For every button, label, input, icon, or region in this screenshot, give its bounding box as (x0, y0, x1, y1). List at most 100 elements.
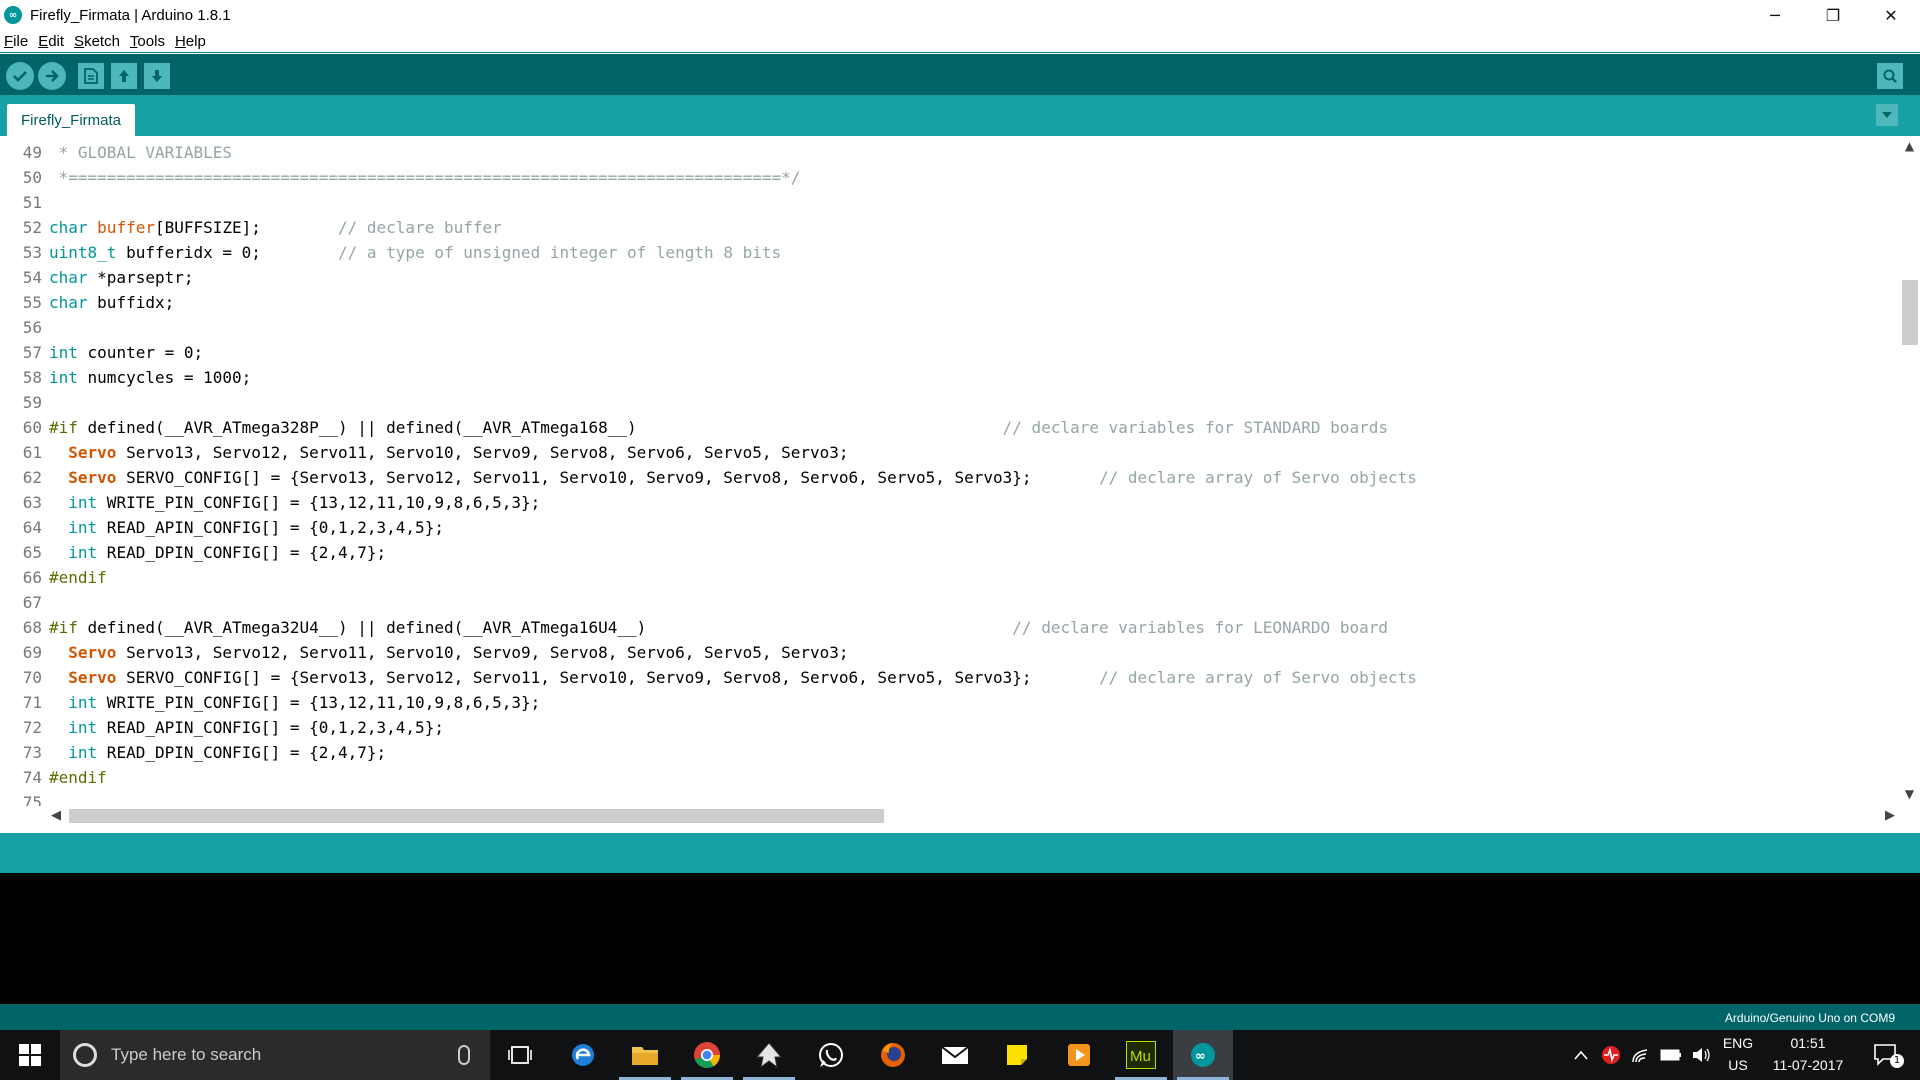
code-editor[interactable]: 49 * GLOBAL VARIABLES 50 *===============… (0, 136, 1920, 806)
code-line[interactable]: 57 int counter = 0; (0, 340, 1410, 365)
serial-monitor-button[interactable] (1877, 63, 1903, 89)
code-line[interactable]: 56 (0, 315, 1410, 340)
firefox-button[interactable] (863, 1030, 923, 1080)
code-line[interactable]: 59 (0, 390, 1410, 415)
code-text: int READ_DPIN_CONFIG[] = {2,4,7}; (49, 543, 386, 562)
clock-date[interactable]: 11-07-2017 (1766, 1057, 1850, 1073)
code-line[interactable]: 66 #endif (0, 565, 1410, 590)
code-line[interactable]: 62 Servo SERVO_CONFIG[] = {Servo13, Serv… (0, 465, 1417, 490)
code-token: Servo (68, 443, 117, 462)
vertical-scroll-thumb[interactable] (1902, 280, 1918, 345)
scroll-up-icon[interactable]: ▲ (1903, 140, 1916, 153)
code-token: Servo13, Servo12, Servo11, Servo10, Serv… (116, 643, 849, 662)
task-view-button[interactable] (490, 1030, 550, 1080)
code-token: WRITE_PIN_CONFIG[] = {13,12,11,10,9,8,6,… (97, 493, 541, 512)
media-player-button[interactable] (1049, 1030, 1109, 1080)
clock-time[interactable]: 01:51 (1766, 1035, 1850, 1051)
tab-bar: Firefly_Firmata (0, 95, 1920, 136)
horizontal-scroll-thumb[interactable] (69, 809, 884, 823)
scroll-down-icon[interactable]: ▼ (1903, 788, 1916, 801)
code-line[interactable]: 64 int READ_APIN_CONFIG[] = {0,1,2,3,4,5… (0, 515, 1410, 540)
wifi-tray-button[interactable] (1628, 1030, 1654, 1080)
minimize-button[interactable]: ─ (1746, 0, 1804, 30)
code-line[interactable]: 52 char buffer[BUFFSIZE]; // declare buff… (0, 215, 1410, 240)
volume-tray-button[interactable] (1688, 1030, 1714, 1080)
microphone-icon[interactable] (458, 1045, 470, 1065)
open-button[interactable] (111, 63, 137, 89)
file-explorer-button[interactable] (615, 1030, 675, 1080)
console-output[interactable] (0, 873, 1920, 1004)
antivirus-tray-button[interactable] (1598, 1030, 1624, 1080)
menu-help[interactable]: Help (171, 33, 210, 50)
maximize-button[interactable]: ❐ (1804, 0, 1862, 30)
code-line[interactable]: 67 (0, 590, 1410, 615)
scroll-left-icon[interactable]: ◀ (51, 808, 61, 823)
line-number: 50 (22, 168, 42, 187)
upload-button[interactable] (38, 62, 66, 90)
line-number: 61 (22, 443, 42, 462)
show-hidden-icons-button[interactable] (1570, 1030, 1592, 1080)
code-token: READ_APIN_CONFIG[] = {0,1,2,3,4,5}; (97, 718, 444, 737)
edge-icon (572, 1044, 594, 1066)
tab-menu-button[interactable] (1876, 104, 1898, 126)
tab-firefly-firmata[interactable]: Firefly_Firmata (7, 104, 136, 136)
new-button[interactable] (78, 63, 104, 89)
scroll-right-icon[interactable]: ▶ (1885, 808, 1895, 823)
close-button[interactable]: ✕ (1862, 0, 1920, 30)
inkscape-button[interactable] (739, 1030, 799, 1080)
code-line[interactable]: 63 int WRITE_PIN_CONFIG[] = {13,12,11,10… (0, 490, 1410, 515)
code-line[interactable]: 69 Servo Servo13, Servo12, Servo11, Serv… (0, 640, 1410, 665)
sticky-notes-button[interactable] (987, 1030, 1047, 1080)
whatsapp-button[interactable] (801, 1030, 861, 1080)
code-line[interactable]: 65 int READ_DPIN_CONFIG[] = {2,4,7}; (0, 540, 1410, 565)
mail-button[interactable] (925, 1030, 985, 1080)
save-button[interactable] (144, 63, 170, 89)
taskbar-search[interactable]: Type here to search (60, 1030, 490, 1080)
action-center-button[interactable]: 1 (1866, 1030, 1906, 1080)
wifi-icon (1632, 1049, 1648, 1063)
code-line[interactable]: 55 char buffidx; (0, 290, 1410, 315)
code-line[interactable]: 75 (0, 790, 1410, 806)
code-token: numcycles = 1000; (77, 368, 252, 387)
code-line[interactable]: 53 uint8_t bufferidx = 0; // a type of un… (0, 240, 1410, 265)
code-line[interactable]: 54 char *parseptr; (0, 265, 1410, 290)
code-line[interactable]: 74 #endif (0, 765, 1410, 790)
code-line[interactable]: 60 #if defined(__AVR_ATmega328P__) || def… (0, 415, 1410, 440)
menu-tools[interactable]: Tools (126, 33, 169, 50)
code-token: * GLOBAL VARIABLES (49, 143, 233, 162)
language-indicator-top[interactable]: ENG (1718, 1035, 1758, 1051)
verify-button[interactable] (6, 62, 34, 90)
code-text: int READ_APIN_CONFIG[] = {0,1,2,3,4,5}; (49, 718, 444, 737)
chrome-icon (694, 1042, 721, 1069)
code-line[interactable]: 73 int READ_DPIN_CONFIG[] = {2,4,7}; (0, 740, 1410, 765)
code-token: char (49, 218, 88, 237)
code-line[interactable]: 68 #if defined(__AVR_ATmega32U4__) || def… (0, 615, 1410, 640)
code-line[interactable]: 58 int numcycles = 1000; (0, 365, 1410, 390)
arduino-taskbar-button[interactable]: ∞ (1173, 1030, 1233, 1080)
menu-sketch[interactable]: Sketch (70, 33, 124, 50)
code-line[interactable]: 49 * GLOBAL VARIABLES (0, 140, 1410, 165)
code-token: SERVO_CONFIG[] = {Servo13, Servo12, Serv… (116, 668, 1099, 687)
code-line[interactable]: 72 int READ_APIN_CONFIG[] = {0,1,2,3,4,5… (0, 715, 1410, 740)
line-number: 52 (22, 218, 42, 237)
muse-button[interactable]: Mu (1111, 1030, 1171, 1080)
code-line[interactable]: 51 (0, 190, 1410, 215)
start-button[interactable] (0, 1030, 60, 1080)
code-line[interactable]: 61 Servo Servo13, Servo12, Servo11, Serv… (0, 440, 1410, 465)
code-line[interactable]: 70 Servo SERVO_CONFIG[] = {Servo13, Serv… (0, 665, 1417, 690)
menu-edit[interactable]: Edit (34, 33, 68, 50)
edge-button[interactable] (553, 1030, 613, 1080)
vertical-scrollbar[interactable]: ▲ ▼ (1899, 136, 1920, 806)
language-indicator-bottom[interactable]: US (1718, 1057, 1758, 1073)
chrome-button[interactable] (677, 1030, 737, 1080)
battery-tray-button[interactable] (1658, 1030, 1684, 1080)
file-explorer-icon (632, 1047, 658, 1065)
horizontal-scrollbar[interactable]: ◀ ▶ (47, 806, 1899, 825)
code-line[interactable]: 71 int WRITE_PIN_CONFIG[] = {13,12,11,10… (0, 690, 1410, 715)
editor-divider[interactable] (0, 825, 1920, 833)
code-line[interactable]: 50 *====================================… (0, 165, 1410, 190)
open-icon (119, 70, 129, 82)
menu-file[interactable]: File (0, 33, 32, 50)
